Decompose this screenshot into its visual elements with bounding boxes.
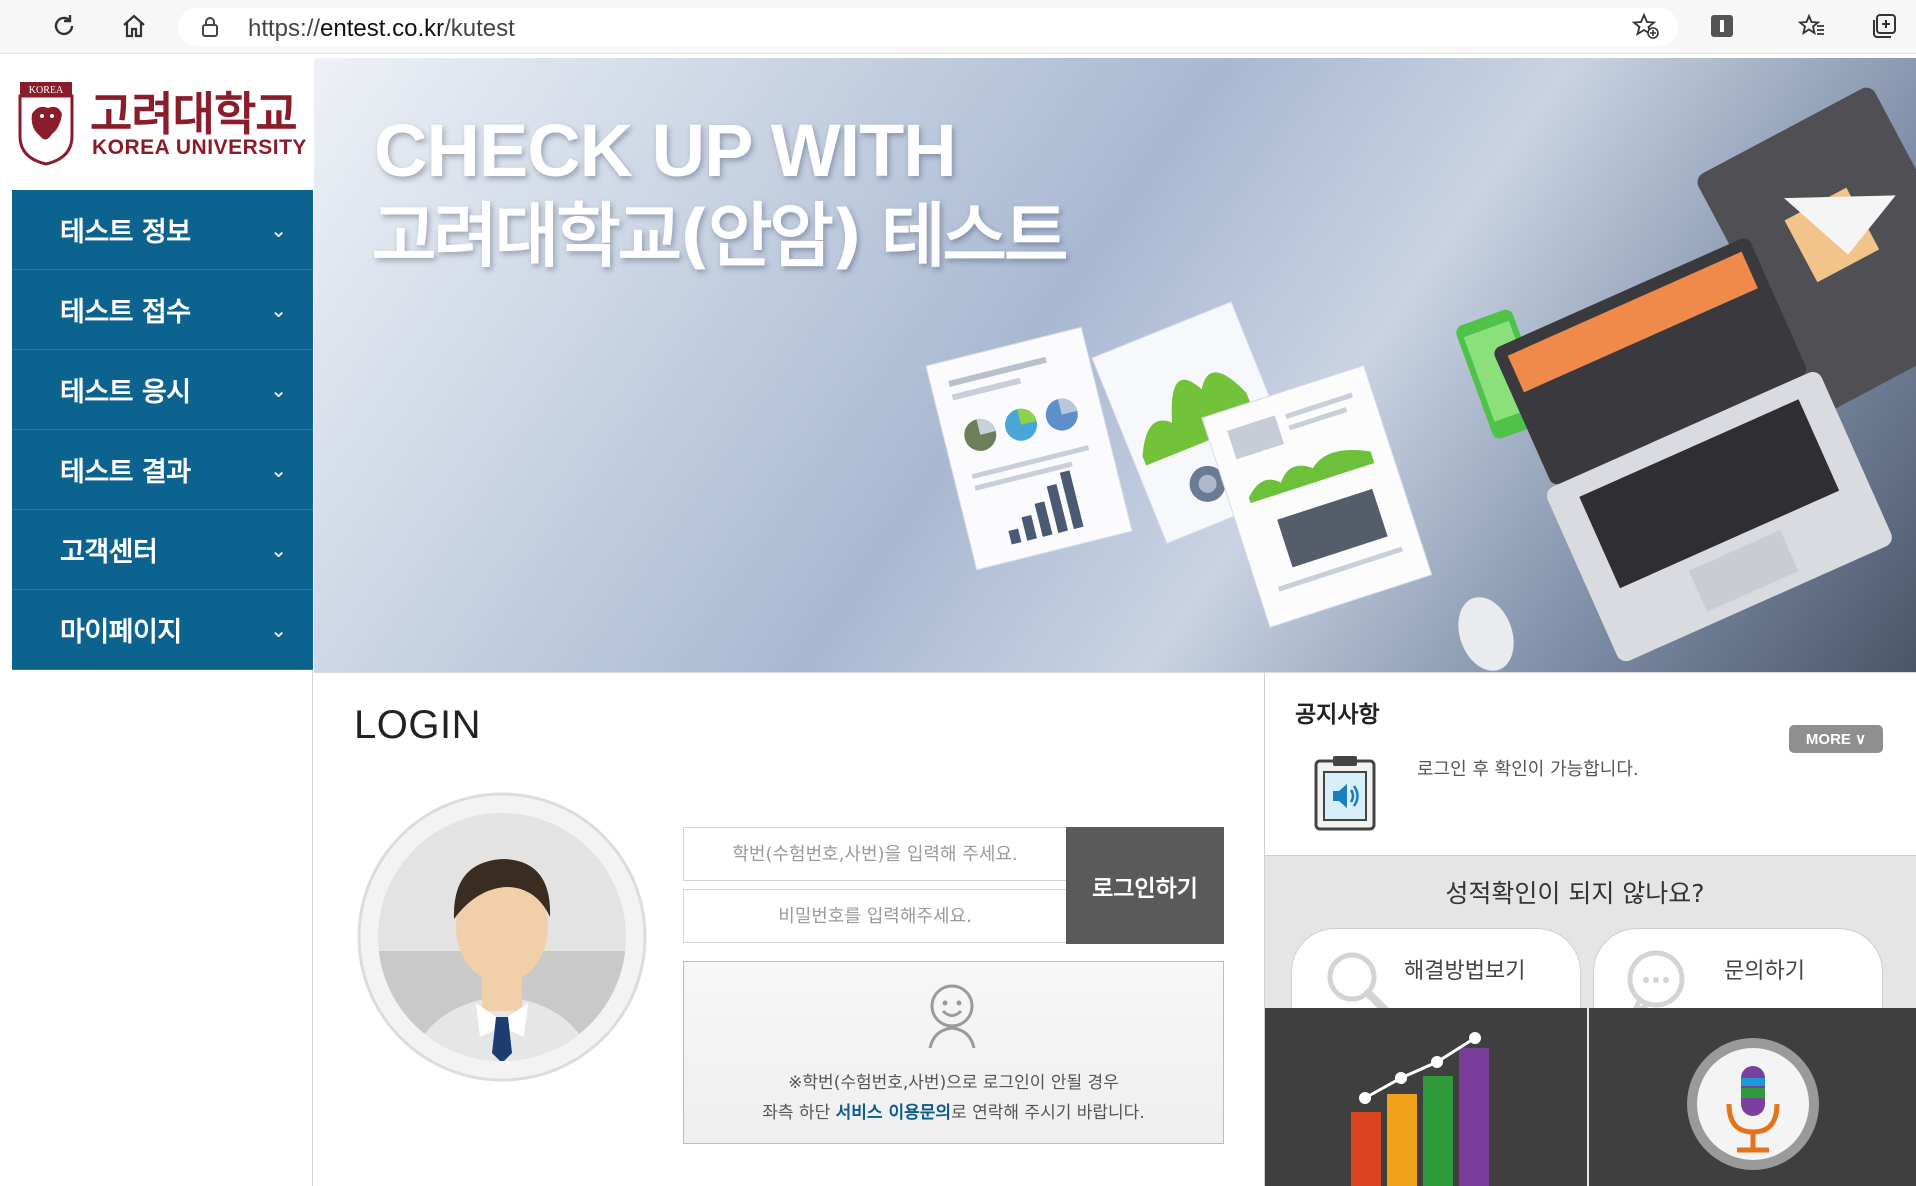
collections-icon[interactable] xyxy=(1868,10,1900,42)
view-solution-button[interactable]: 해결방법보기 xyxy=(1291,928,1581,1018)
chevron-down-icon: ⌄ xyxy=(270,378,287,402)
chevron-down-icon: ⌄ xyxy=(270,538,287,562)
university-name-korean: 고려대학교 xyxy=(90,87,298,141)
bar-chart-icon xyxy=(1351,1032,1489,1186)
banner-heading-line2: 고려대학교(안암) 테스트 xyxy=(372,195,1068,277)
score-help-question: 성적확인이 되지 않나요? xyxy=(1445,879,1705,908)
menu-item-test-results[interactable]: 테스트 결과 ⌄ xyxy=(12,430,313,510)
menu-item-label: 테스트 정보 xyxy=(60,217,191,248)
url-text: https://entest.co.kr/kutest xyxy=(248,15,515,42)
home-icon[interactable] xyxy=(118,10,150,42)
login-section: LOGIN 로그인하기 ※학번(수험번호,사번)으로 로그인이 안될 경우 좌측… xyxy=(314,672,1264,1186)
notice-panel: 공지사항 MORE ∨ 로그인 후 확인이 가능합니다. xyxy=(1264,672,1916,856)
chevron-down-icon: ⌄ xyxy=(270,218,287,242)
chevron-down-icon: ⌄ xyxy=(270,298,287,322)
student-id-input[interactable] xyxy=(683,827,1067,881)
service-inquiry-link[interactable]: 서비스 이용문의 xyxy=(836,1103,951,1123)
notice-title: 공지사항 xyxy=(1295,702,1380,728)
address-bar[interactable]: https://entest.co.kr/kutest xyxy=(178,8,1678,46)
login-help-text-line1: ※학번(수험번호,사번)으로 로그인이 안될 경우 xyxy=(788,1073,1119,1093)
add-favorite-icon[interactable] xyxy=(1630,10,1662,42)
view-solution-label: 해결방법보기 xyxy=(1404,959,1526,984)
login-button[interactable]: 로그인하기 xyxy=(1066,827,1224,944)
chevron-down-icon: ⌄ xyxy=(270,618,287,642)
score-chart-tile[interactable] xyxy=(1265,1008,1587,1186)
university-logo[interactable]: KOREA 고려대학교 KOREA UNIVERSITY xyxy=(12,58,313,190)
user-avatar-icon xyxy=(357,792,647,1082)
menu-item-my-page[interactable]: 마이페이지 ⌄ xyxy=(12,590,313,670)
university-name-english: KOREA UNIVERSITY xyxy=(92,136,307,159)
lock-icon xyxy=(202,17,218,37)
svg-text:KOREA: KOREA xyxy=(29,85,64,96)
login-help-box: ※학번(수험번호,사번)으로 로그인이 안될 경우 좌측 하단 서비스 이용문의… xyxy=(683,961,1224,1144)
login-help-text-line2: 좌측 하단 서비스 이용문의로 연락해 주시기 바랍니다. xyxy=(762,1103,1145,1123)
reload-icon[interactable] xyxy=(48,10,80,42)
menu-item-label: 테스트 응시 xyxy=(60,377,191,408)
menu-item-label: 고객센터 xyxy=(60,537,158,568)
hero-banner: CHECK UP WITH 고려대학교(안암) 테스트 xyxy=(314,58,1916,672)
inquiry-label: 문의하기 xyxy=(1724,959,1805,984)
menu-item-test-info[interactable]: 테스트 정보 ⌄ xyxy=(12,190,313,270)
menu-item-label: 테스트 접수 xyxy=(60,297,191,328)
inquiry-button[interactable]: 문의하기 xyxy=(1593,928,1883,1020)
notice-message: 로그인 후 확인이 가능합니다. xyxy=(1417,759,1639,780)
reading-mode-icon[interactable] xyxy=(1706,10,1738,42)
main-menu: 테스트 정보 ⌄ 테스트 접수 ⌄ 테스트 응시 ⌄ 테스트 결과 ⌄ 고객센터 ⌄ 마이… xyxy=(12,190,313,670)
notice-speaker-icon xyxy=(1314,756,1376,831)
score-help-panel: 성적확인이 되지 않나요? 해결방법보기 문의하기 xyxy=(1264,856,1916,1186)
more-button[interactable]: MORE ∨ xyxy=(1789,725,1883,753)
menu-item-customer-center[interactable]: 고객센터 ⌄ xyxy=(12,510,313,590)
sidebar: KOREA 고려대학교 KOREA UNIVERSITY 테스트 정보 ⌄ 테스트… xyxy=(12,58,313,1186)
speaking-test-tile[interactable] xyxy=(1589,1008,1916,1186)
smiley-person-icon xyxy=(928,984,976,1049)
browser-toolbar: https://entest.co.kr/kutest xyxy=(0,0,1916,54)
university-seal-icon: KOREA xyxy=(18,82,74,166)
menu-item-test-registration[interactable]: 테스트 접수 ⌄ xyxy=(12,270,313,350)
password-input[interactable] xyxy=(683,889,1067,943)
login-title: LOGIN xyxy=(354,703,481,747)
chevron-down-icon: ⌄ xyxy=(270,458,287,482)
menu-item-label: 테스트 결과 xyxy=(60,457,191,488)
favorites-icon[interactable] xyxy=(1796,10,1828,42)
menu-item-test-take[interactable]: 테스트 응시 ⌄ xyxy=(12,350,313,430)
menu-item-label: 마이페이지 xyxy=(60,617,182,648)
microphone-icon xyxy=(1687,1038,1819,1170)
